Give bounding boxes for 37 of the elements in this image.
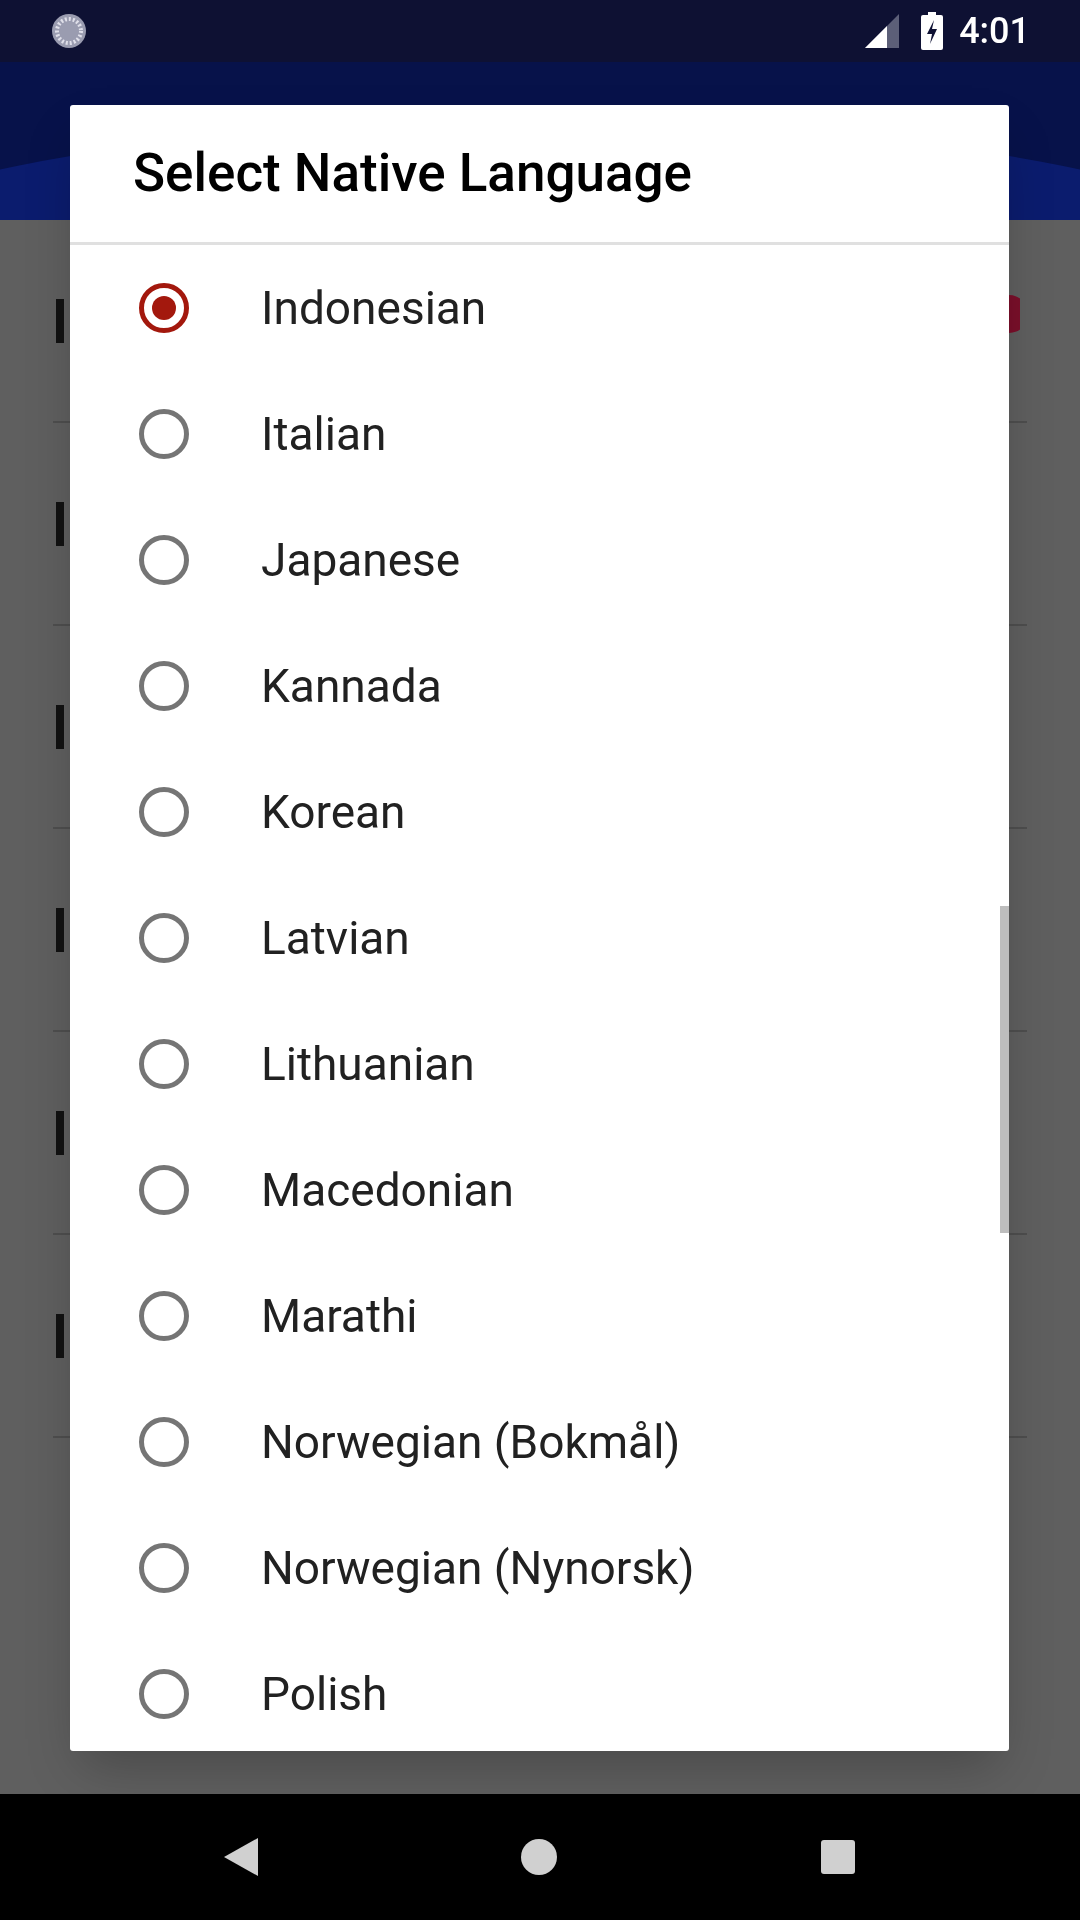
- covered-text-drawing: [56, 1313, 64, 1358]
- covered-text-drawing: [56, 704, 64, 749]
- back-icon[interactable]: [224, 1838, 258, 1876]
- language-option[interactable]: Indonesian: [70, 245, 1009, 371]
- radio-button[interactable]: [139, 1543, 189, 1593]
- radio-button[interactable]: [139, 535, 189, 585]
- language-option[interactable]: Polish: [70, 1631, 1009, 1751]
- signal-icon: [865, 14, 900, 48]
- radio-button[interactable]: [139, 787, 189, 837]
- radio-button[interactable]: [139, 283, 189, 333]
- home-icon[interactable]: [521, 1839, 557, 1875]
- language-option[interactable]: Norwegian (Bokmål): [70, 1379, 1009, 1505]
- radio-button[interactable]: [139, 661, 189, 711]
- language-option[interactable]: Japanese: [70, 497, 1009, 623]
- covered-text-drawing: [56, 298, 64, 343]
- loading-icon: [50, 12, 88, 50]
- radio-button[interactable]: [139, 409, 189, 459]
- radio-button[interactable]: [139, 1165, 189, 1215]
- clock-time: 4:01: [959, 9, 1030, 54]
- covered-text-drawing: [56, 1110, 64, 1155]
- language-option[interactable]: Italian: [70, 371, 1009, 497]
- radio-button[interactable]: [139, 913, 189, 963]
- radio-button[interactable]: [139, 1039, 189, 1089]
- covered-text-drawing: [56, 501, 64, 546]
- language-option[interactable]: Latvian: [70, 875, 1009, 1001]
- radio-button[interactable]: [139, 1417, 189, 1467]
- dialog-title: Select Native Language: [133, 140, 692, 206]
- language-option[interactable]: Marathi: [70, 1253, 1009, 1379]
- covered-text-drawing: [56, 907, 64, 952]
- language-option[interactable]: Lithuanian: [70, 1001, 1009, 1127]
- language-option[interactable]: Kannada: [70, 623, 1009, 749]
- language-option[interactable]: Korean: [70, 749, 1009, 875]
- language-option[interactable]: Norwegian (Nynorsk): [70, 1505, 1009, 1631]
- radio-button[interactable]: [139, 1669, 189, 1719]
- language-option[interactable]: Macedonian: [70, 1127, 1009, 1253]
- radio-button[interactable]: [139, 1291, 189, 1341]
- battery-icon: [921, 12, 944, 50]
